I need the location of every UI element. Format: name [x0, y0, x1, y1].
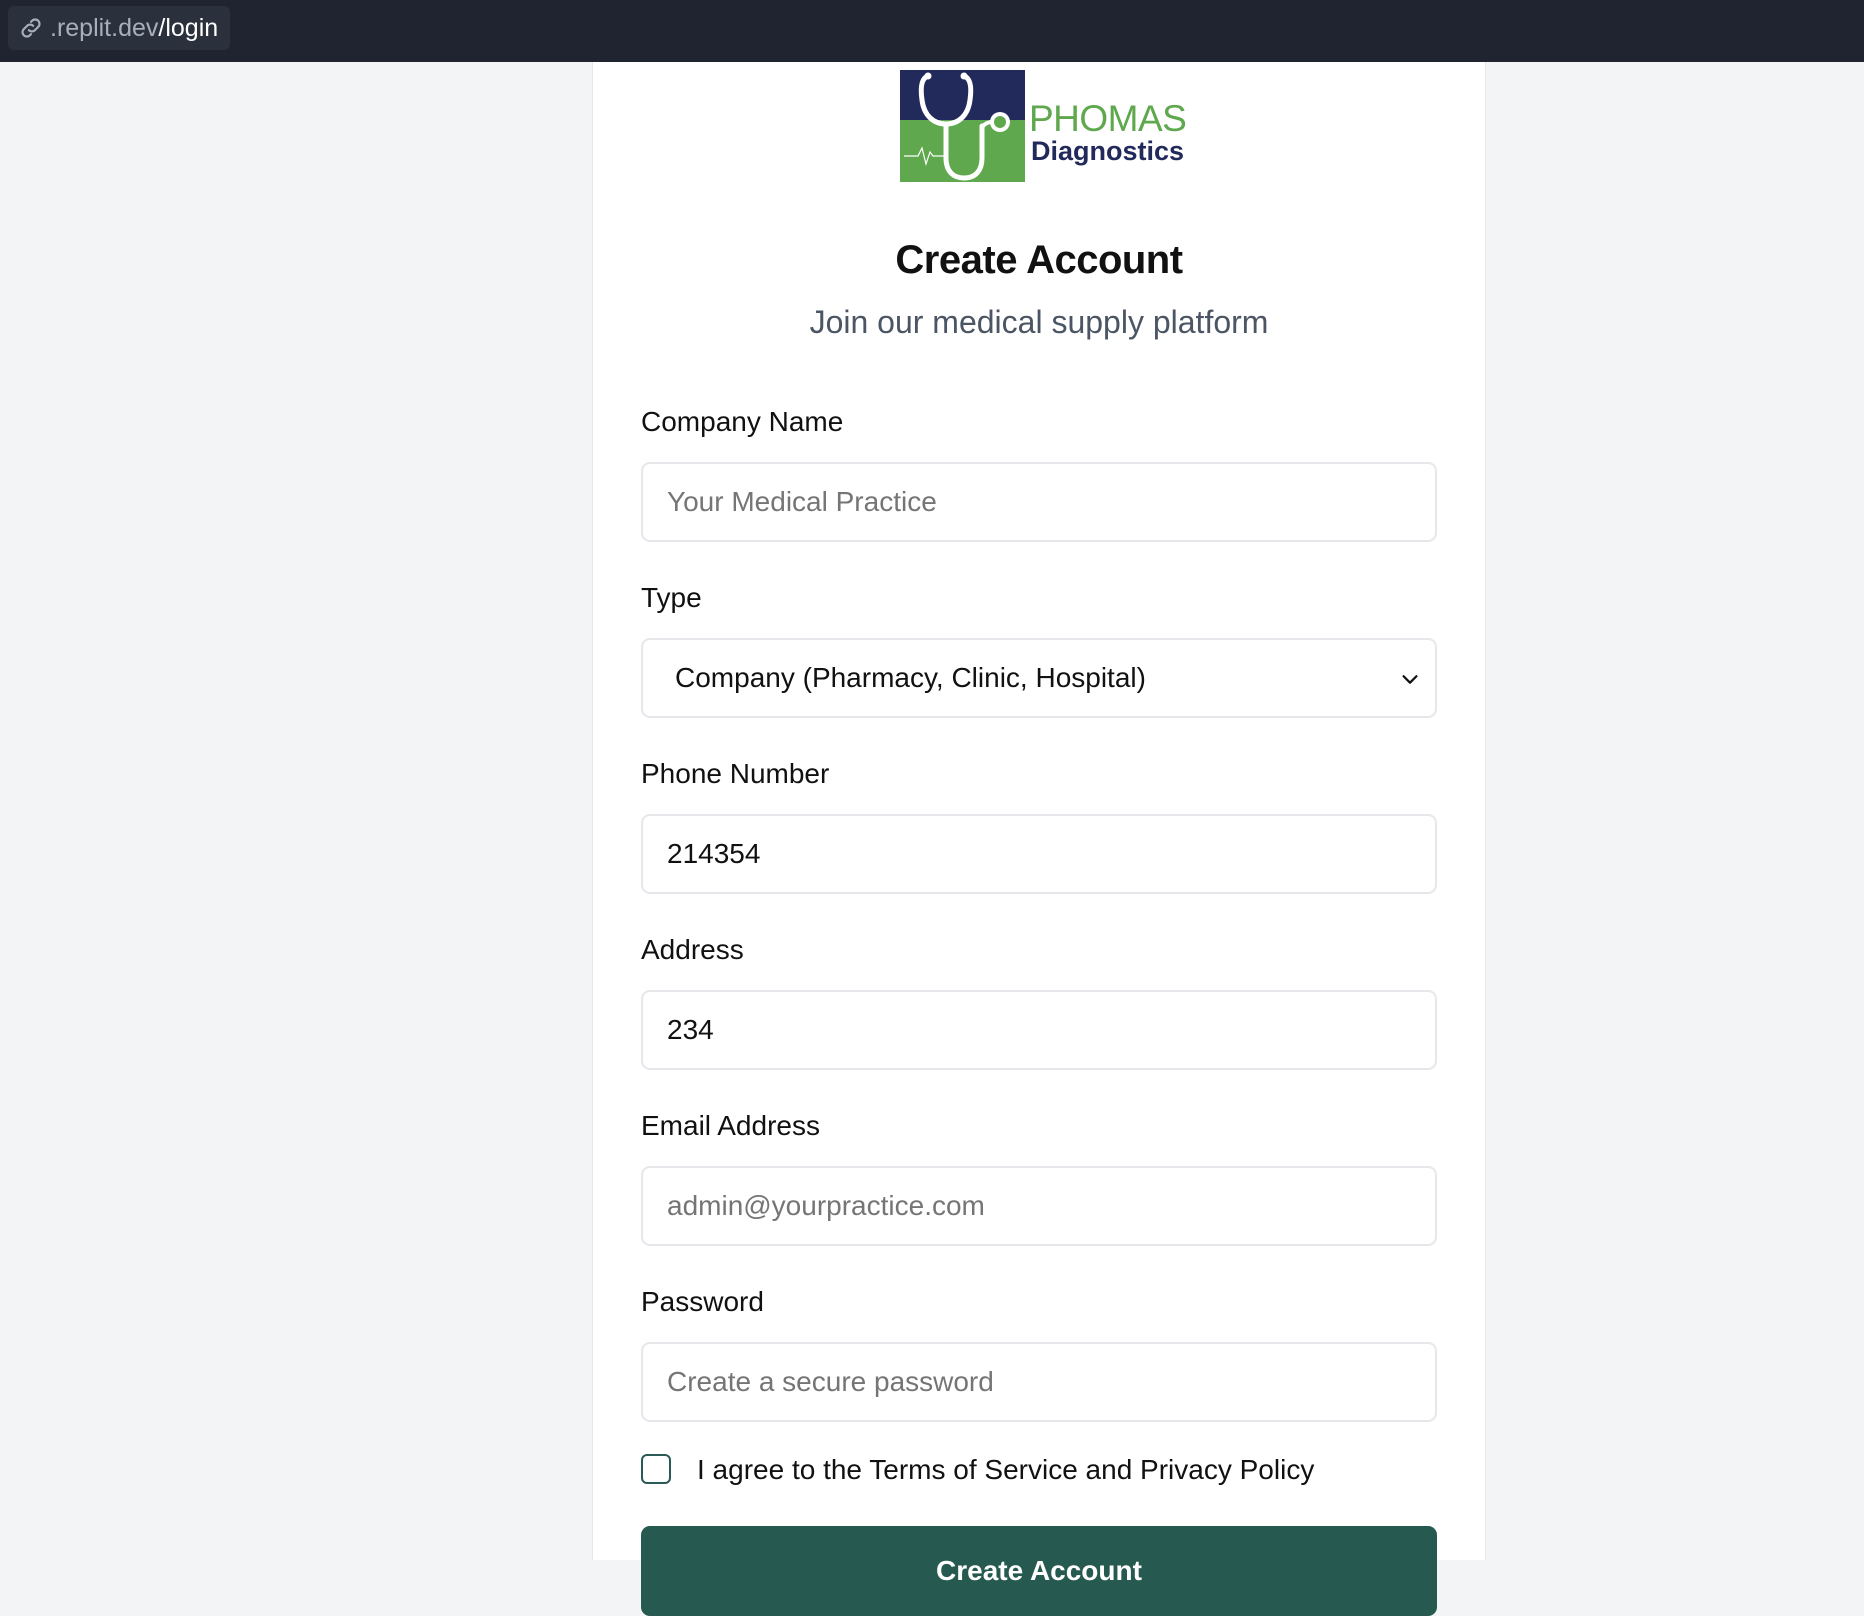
logo-brand-text: PHOMAS [1029, 98, 1187, 139]
logo-subtitle-text: Diagnostics [1031, 136, 1185, 166]
url-path: /login [158, 13, 219, 42]
phone-input[interactable] [641, 814, 1437, 894]
address-input[interactable] [641, 990, 1437, 1070]
stethoscope-icon [900, 70, 1025, 182]
password-label: Password [641, 1286, 764, 1317]
signup-card: PHOMAS Diagnostics Create Account Join o… [592, 62, 1486, 1616]
address-label: Address [641, 934, 744, 965]
type-select[interactable]: Company (Pharmacy, Clinic, Hospital) [641, 638, 1437, 718]
create-account-button[interactable]: Create Account [641, 1526, 1437, 1616]
email-label: Email Address [641, 1110, 820, 1141]
email-input[interactable] [641, 1166, 1437, 1246]
terms-label: I agree to the Terms of Service and Priv… [697, 1454, 1315, 1485]
page-title: Create Account [895, 238, 1183, 282]
page-subtitle: Join our medical supply platform [809, 304, 1269, 340]
type-select-value: Company (Pharmacy, Clinic, Hospital) [675, 662, 1146, 693]
url-domain: .replit.dev [50, 13, 159, 42]
url-bar[interactable]: .replit.dev/login [8, 6, 231, 50]
browser-topbar: .replit.dev/login [0, 0, 1864, 62]
terms-checkbox[interactable] [641, 1454, 671, 1484]
chevron-down-icon [1402, 675, 1418, 684]
company-name-input[interactable] [641, 462, 1437, 542]
company-name-label: Company Name [641, 406, 844, 437]
password-input[interactable] [641, 1342, 1437, 1422]
company-logo: PHOMAS Diagnostics [900, 70, 1187, 188]
type-label: Type [641, 582, 702, 613]
phone-label: Phone Number [641, 758, 830, 789]
link-icon [21, 18, 41, 38]
